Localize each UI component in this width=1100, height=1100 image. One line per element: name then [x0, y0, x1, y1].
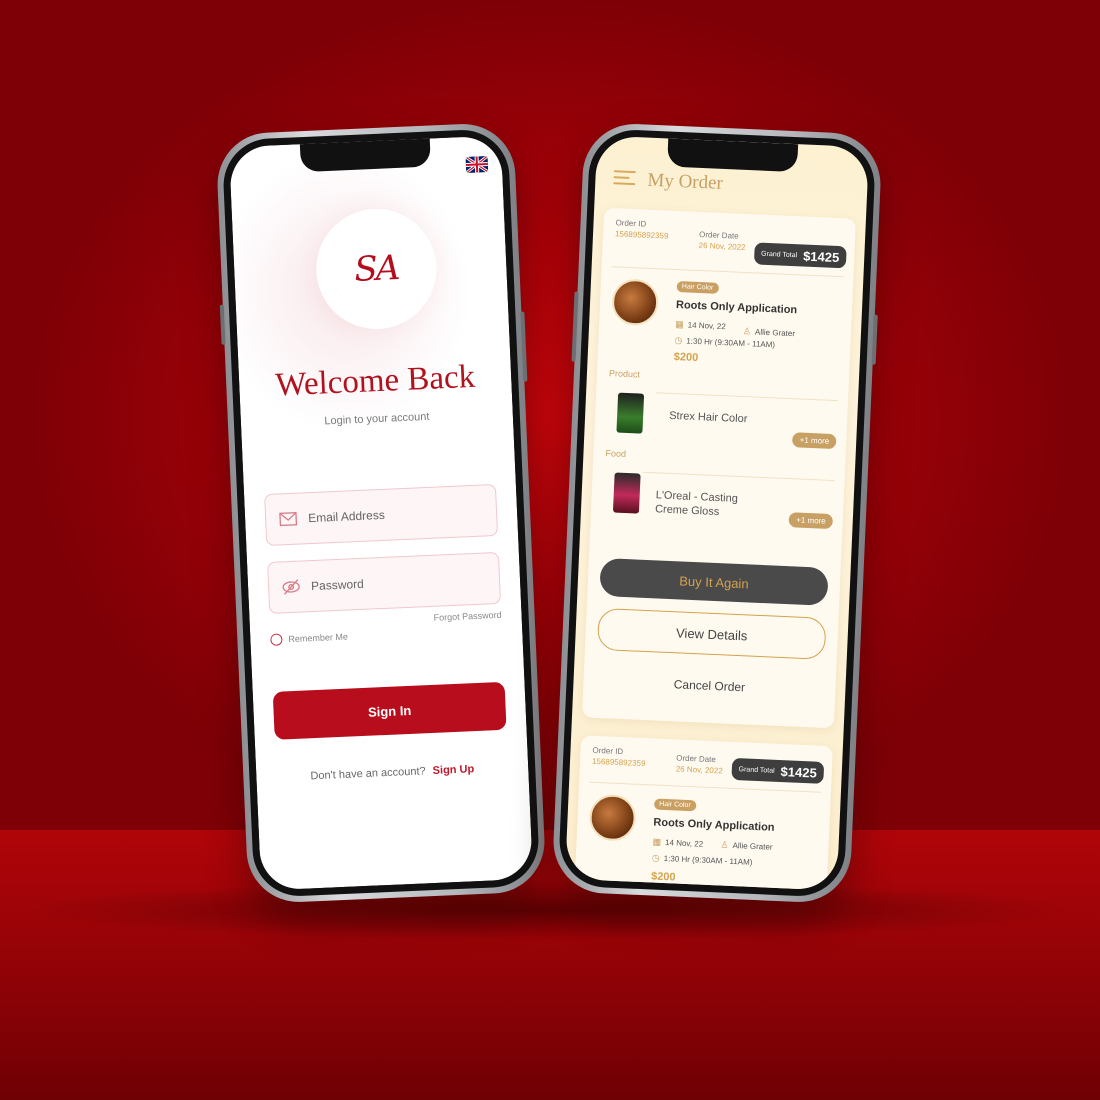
- divider: [589, 781, 821, 793]
- sign-in-button[interactable]: Sign In: [272, 681, 507, 740]
- email-placeholder: Email Address: [307, 507, 386, 526]
- password-field[interactable]: Password: [267, 551, 502, 614]
- service-time-text: 1:30 Hr (9:30AM - 11AM): [686, 336, 776, 350]
- divider: [611, 266, 844, 278]
- email-field[interactable]: Email Address: [264, 483, 499, 547]
- grand-total-badge: Grand Total $1425: [753, 242, 847, 269]
- login-screen: SA Welcome Back Login to your account Em…: [228, 135, 534, 891]
- eye-off-icon[interactable]: [281, 577, 302, 598]
- product-image: [616, 392, 645, 434]
- service-time-text: 1:30 Hr (9:30AM - 11AM): [663, 854, 753, 867]
- signup-row: Don't have an account? Sign Up: [256, 761, 528, 785]
- order-card: Order ID 156895892359 Order Date 26 Nov,…: [581, 207, 856, 729]
- service-tag: Hair Color: [676, 281, 719, 294]
- buy-again-button[interactable]: Buy It Again: [599, 557, 829, 606]
- background-floor: [0, 830, 1100, 1100]
- service-name: Roots Only Application: [653, 816, 775, 834]
- cancel-order-link[interactable]: Cancel Order: [583, 673, 835, 698]
- page-title: Welcome Back: [274, 358, 476, 404]
- order-date-value: 26 Nov, 2022: [675, 764, 723, 776]
- service-avatar: [588, 793, 637, 842]
- person-icon: ♙: [742, 325, 752, 337]
- phone-orders: My Order Order ID 156895892359 Order Dat…: [551, 121, 883, 905]
- view-details-button[interactable]: View Details: [596, 607, 827, 660]
- divider: [642, 471, 835, 482]
- divider: [656, 392, 839, 402]
- sign-up-link[interactable]: Sign Up: [432, 763, 474, 777]
- service-tag: Hair Color: [654, 798, 696, 812]
- grand-total-label: Grand Total: [738, 765, 775, 775]
- order-id-label: Order ID: [592, 745, 624, 757]
- order-id-label: Order ID: [615, 218, 647, 229]
- clock-icon: ◷: [651, 852, 660, 863]
- order-date-label: Order Date: [698, 229, 739, 241]
- service-price: $200: [673, 350, 699, 365]
- brand-logo: SA: [313, 206, 439, 332]
- forgot-password-link[interactable]: Forgot Password: [433, 610, 501, 623]
- hamburger-menu-icon[interactable]: [613, 166, 636, 189]
- radio-icon: [270, 633, 283, 646]
- no-account-text: Don't have an account?: [310, 765, 426, 783]
- order-date-value: 26 Nov, 2022: [698, 240, 746, 252]
- product-section-label: Product: [608, 368, 641, 380]
- phone-login: SA Welcome Back Login to your account Em…: [215, 121, 547, 905]
- more-items-button[interactable]: +1 more: [788, 512, 834, 530]
- food-section-label: Food: [605, 448, 627, 459]
- volume-button: [219, 304, 226, 345]
- order-id-value: 156895892359: [614, 229, 669, 241]
- food-image: [612, 472, 641, 514]
- volume-button: [571, 291, 579, 362]
- order-id-value: 156895892359: [591, 756, 646, 769]
- power-button: [871, 314, 878, 365]
- service-date: ▦ 14 Nov, 22: [652, 837, 703, 850]
- order-date-label: Order Date: [676, 753, 717, 765]
- page-title: My Order: [646, 169, 724, 194]
- power-button: [520, 311, 528, 382]
- grand-total-badge: Grand Total $1425: [731, 757, 825, 784]
- stylist-name: Allie Grater: [754, 327, 796, 339]
- person-icon: ♙: [720, 839, 729, 850]
- service-avatar: [611, 278, 660, 327]
- service-stylist: ♙ Allie Grater: [743, 326, 796, 339]
- remember-me-label: Remember Me: [288, 631, 349, 645]
- product-name: Strex Hair Color: [668, 409, 748, 426]
- service-name: Roots Only Application: [675, 299, 798, 317]
- service-price: $200: [650, 870, 676, 884]
- clock-icon: ◷: [674, 334, 683, 346]
- grand-total-value: $1425: [802, 248, 840, 265]
- orders-screen: My Order Order ID 156895892359 Order Dat…: [564, 135, 870, 891]
- phone-bezel: SA Welcome Back Login to your account Em…: [221, 128, 541, 898]
- phone-bezel: My Order Order ID 156895892359 Order Dat…: [557, 128, 877, 898]
- remember-me-checkbox[interactable]: Remember Me: [270, 631, 348, 646]
- grand-total-label: Grand Total: [760, 250, 798, 259]
- stylist-name: Allie Grater: [732, 841, 773, 852]
- page-subtitle: Login to your account: [324, 410, 430, 428]
- grand-total-value: $1425: [780, 763, 818, 781]
- more-items-button[interactable]: +1 more: [792, 432, 837, 450]
- password-placeholder: Password: [310, 576, 365, 594]
- service-date: ▦ 14 Nov, 22: [675, 319, 726, 332]
- envelope-icon: [279, 512, 298, 527]
- uk-flag-icon[interactable]: [465, 156, 489, 173]
- service-stylist: ♙ Allie Grater: [720, 839, 773, 852]
- order-card: Order ID 156895892359 Order Date 26 Nov,…: [573, 735, 833, 891]
- notch: [667, 138, 799, 173]
- floor-shadow: [20, 880, 1080, 940]
- service-date-text: 14 Nov, 22: [687, 320, 726, 332]
- calendar-icon: ▦: [652, 836, 662, 847]
- food-name: L'Oreal - Casting Creme Gloss: [654, 489, 739, 519]
- logo-text: SA: [353, 248, 400, 290]
- service-date-text: 14 Nov, 22: [664, 838, 704, 849]
- calendar-icon: ▦: [674, 319, 684, 330]
- service-time: ◷ 1:30 Hr (9:30AM - 11AM): [652, 852, 753, 867]
- notch: [299, 138, 431, 173]
